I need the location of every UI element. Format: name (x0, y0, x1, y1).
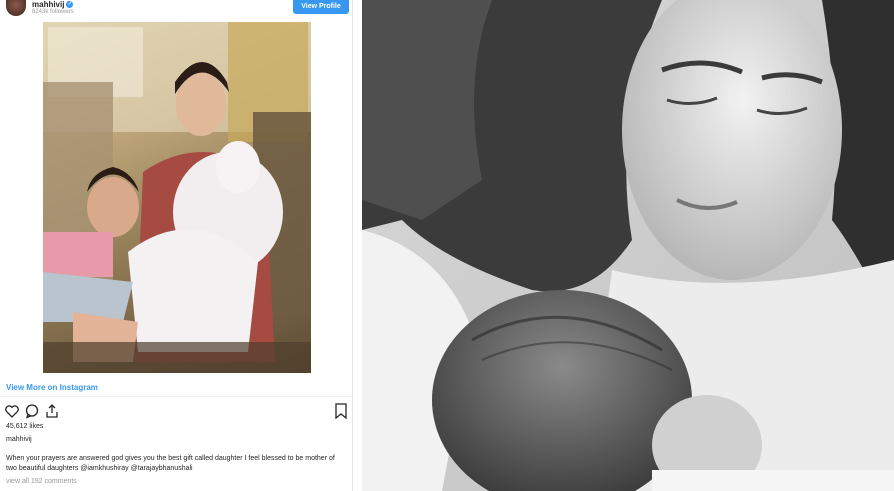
view-profile-button[interactable]: View Profile (293, 0, 349, 14)
view-more-link[interactable]: View More on Instagram (6, 383, 98, 392)
comment-icon[interactable] (24, 403, 40, 419)
instagram-embed: mahhivij✓ 8243k followers View Profile (0, 0, 353, 491)
post-header: mahhivij ✓ 8243k followers View Profile (0, 0, 352, 20)
verified-badge-icon: ✓ (66, 1, 74, 9)
black-white-photo (362, 0, 894, 491)
followers-count: 8243k followers (32, 9, 74, 15)
post-owner[interactable]: mahhivij (6, 436, 32, 443)
username-text[interactable]: mahhivij (32, 0, 64, 9)
post-image[interactable] (43, 22, 311, 373)
avatar[interactable] (6, 0, 26, 16)
likes-count: 45,612 likes (6, 423, 44, 430)
divider (0, 396, 352, 397)
view-comments-link[interactable]: view all 192 comments (6, 478, 77, 485)
username[interactable]: mahhivij ✓ (32, 0, 74, 9)
post-caption: When your prayers are answered god gives… (6, 455, 335, 472)
share-icon[interactable] (44, 403, 60, 419)
heart-icon[interactable] (4, 403, 20, 419)
bookmark-icon[interactable] (334, 403, 348, 419)
post-image-container (0, 20, 352, 375)
